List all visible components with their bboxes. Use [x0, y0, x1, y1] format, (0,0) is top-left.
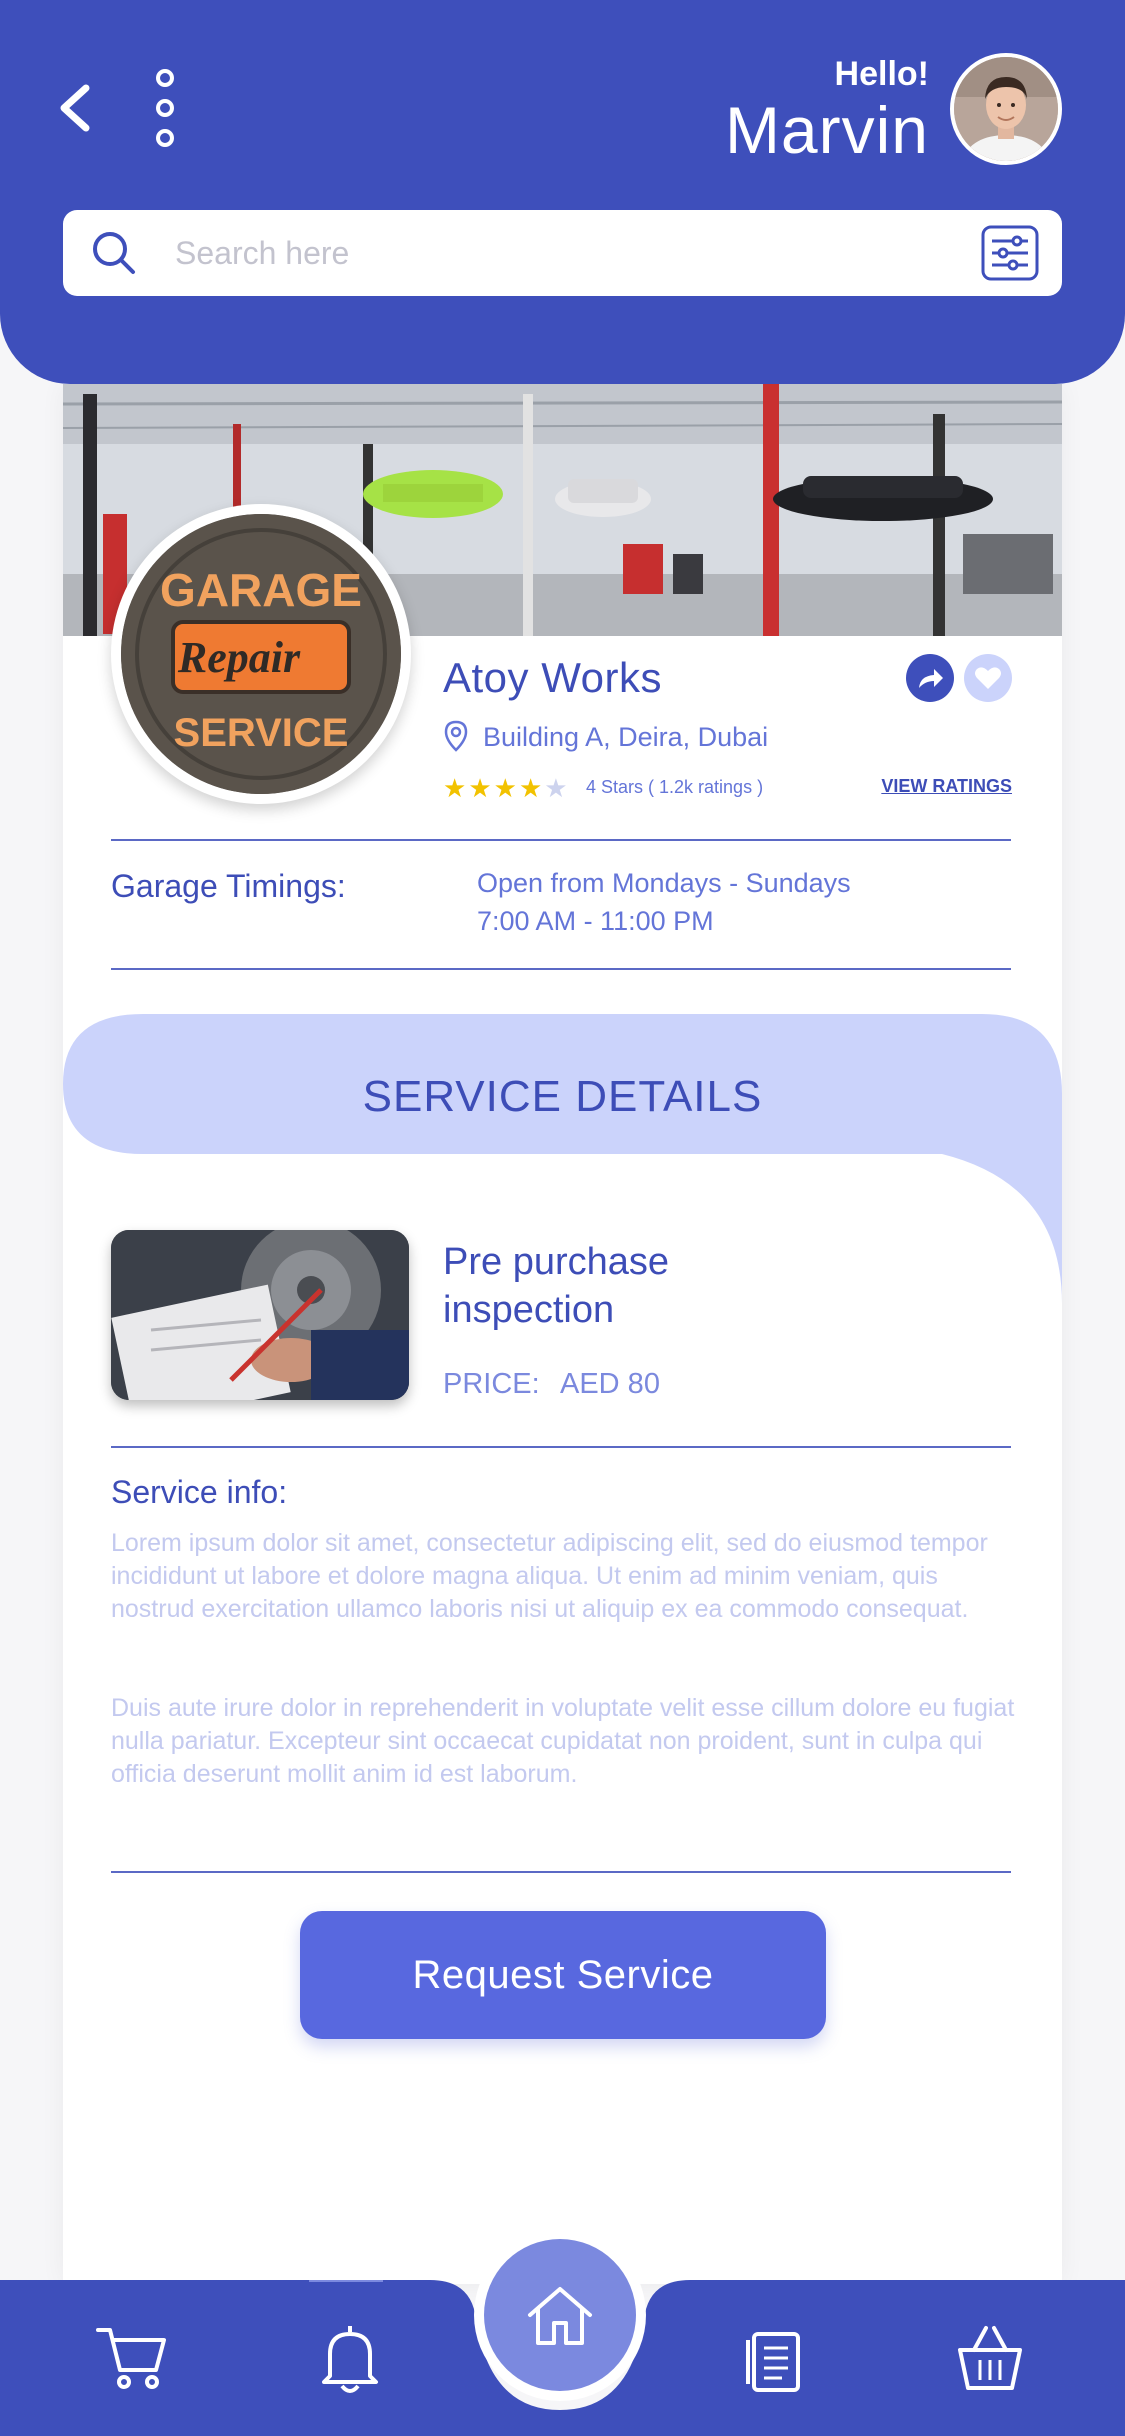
- user-name: Marvin: [724, 93, 929, 167]
- rating-stars: ★★★★★: [443, 773, 570, 804]
- search-bar: [63, 210, 1062, 296]
- app-header: Hello! Marvin: [0, 0, 1125, 384]
- home-icon: [528, 2287, 592, 2345]
- view-ratings-link[interactable]: VIEW RATINGS: [881, 776, 1012, 797]
- star-icon: ★: [468, 773, 494, 803]
- garage-logo: GARAGE Repair SERVICE: [111, 504, 411, 804]
- service-info-label: Service info:: [111, 1474, 288, 1510]
- divider: [111, 1871, 1011, 1873]
- service-name: Pre purchase inspection: [443, 1241, 670, 1331]
- service-price-value: AED 80: [560, 1368, 660, 1400]
- star-icon: ★: [443, 773, 469, 803]
- avatar[interactable]: [950, 53, 1062, 165]
- filter-icon[interactable]: [980, 224, 1040, 282]
- divider: [111, 1446, 1011, 1448]
- divider: [111, 839, 1011, 841]
- logo-text-service: SERVICE: [174, 711, 349, 755]
- divider: [111, 968, 1011, 970]
- user-photo: [954, 57, 1058, 161]
- service-info-paragraph: Lorem ipsum dolor sit amet, consectetur …: [111, 1529, 988, 1623]
- greeting: Hello!: [834, 55, 929, 93]
- rating-summary: 4 Stars ( 1.2k ratings ): [586, 777, 764, 797]
- service-image: [111, 1230, 409, 1400]
- document-icon[interactable]: [738, 2320, 814, 2396]
- home-button[interactable]: [474, 2229, 646, 2401]
- timings-label: Garage Timings:: [111, 868, 346, 904]
- basket-icon[interactable]: [952, 2320, 1028, 2396]
- timings-days: Open from Mondays - Sundays: [477, 868, 851, 898]
- search-icon[interactable]: [89, 228, 139, 278]
- service-price-label: PRICE:: [443, 1368, 540, 1400]
- bell-icon[interactable]: [312, 2320, 388, 2396]
- location-pin-icon: [444, 720, 468, 752]
- garage-detail-card: GARAGE Repair SERVICE Atoy Works Buildin…: [63, 384, 1062, 2284]
- service-details-title: SERVICE DETAILS: [362, 1072, 763, 1121]
- search-input[interactable]: [175, 222, 935, 284]
- star-icon: ★: [493, 773, 519, 803]
- garage-name: Atoy Works: [443, 654, 662, 701]
- logo-text-garage: GARAGE: [160, 564, 362, 616]
- share-icon[interactable]: [906, 654, 954, 702]
- heart-icon[interactable]: [964, 654, 1012, 702]
- star-empty-icon: ★: [544, 773, 570, 803]
- logo-text-repair: Repair: [177, 633, 301, 682]
- back-icon[interactable]: [50, 76, 106, 140]
- garage-address: Building A, Deira, Dubai: [483, 722, 769, 752]
- cart-icon[interactable]: [94, 2320, 170, 2396]
- star-icon: ★: [518, 773, 545, 803]
- service-info-paragraph: Duis aute irure dolor in reprehenderit i…: [111, 1694, 1015, 1788]
- more-options-icon[interactable]: [150, 66, 180, 150]
- request-service-button[interactable]: Request Service: [300, 1911, 826, 2039]
- timings-hours: 7:00 AM - 11:00 PM: [477, 906, 714, 936]
